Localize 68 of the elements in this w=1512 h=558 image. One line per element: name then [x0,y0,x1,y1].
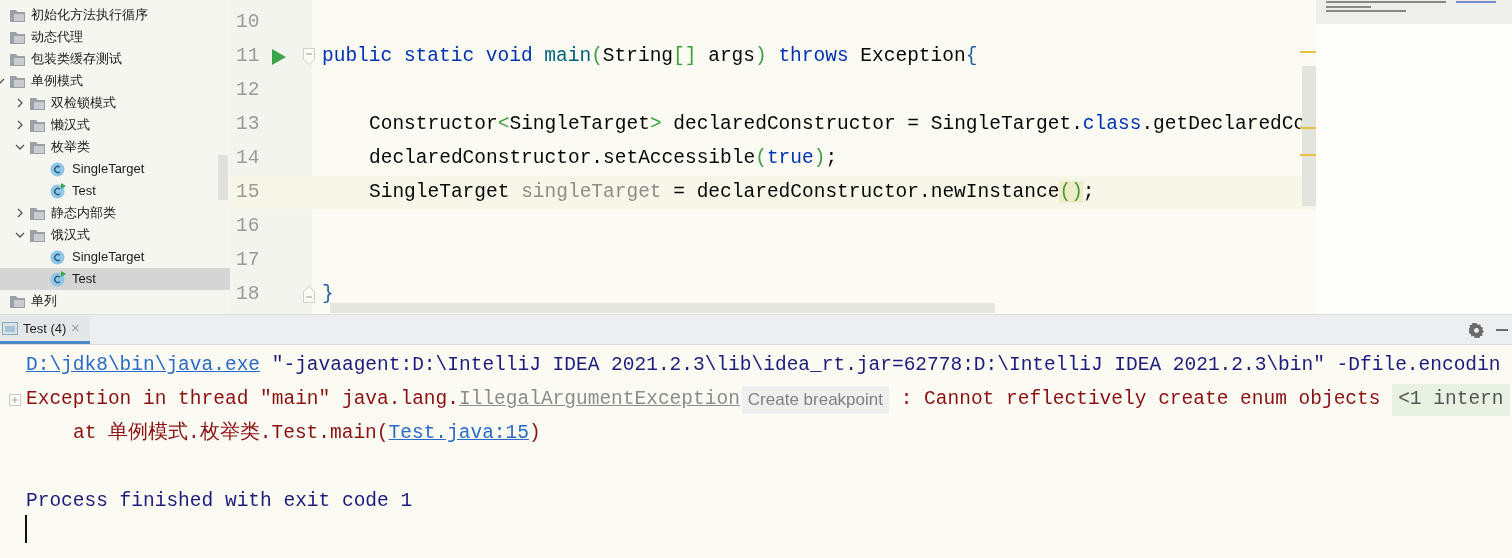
fold-end-icon[interactable] [303,286,315,303]
runnable-class-icon [50,183,66,199]
folder-icon [10,52,25,66]
folder-icon [10,8,25,22]
file-link[interactable]: D:\jdk8\bin\java.exe [26,351,261,381]
line-number: 13 [236,112,260,138]
tree-item[interactable]: 枚举类 [0,136,230,158]
class-icon [50,161,66,177]
folder-icon [30,118,45,132]
chevron-down-icon[interactable] [15,142,25,152]
file-link[interactable]: Test.java:15 [388,419,529,449]
code-line: Constructor<SingleTarget> declaredConstructor = SingleTarget.class.getDeclaredCo [369,112,1306,138]
console-line: at 单例模式.枚举类.Test.main(Test.java:15) [73,419,541,449]
tree-item[interactable]: 包装类缓存测试 [0,48,230,70]
runnable-class-icon [50,271,66,287]
code-line: public static void main(String[] args) throws Exception{ [322,44,978,70]
tree-item[interactable]: Test [0,180,230,202]
vertical-scrollbar[interactable] [1302,66,1316,206]
tree-item[interactable]: 饿汉式 [0,224,230,246]
warning-marker [1300,51,1316,53]
settings-icon[interactable] [1469,322,1484,338]
console-line: Exception in thread "main" java.lang.IllegalArgumentException Create breakpoint : Cannot reflectively create enum objects <1 intern [26,384,1510,416]
line-number: 17 [236,248,260,274]
code-line: SingleTarget singleTarget = declaredConstructor.newInstance(); [369,180,1095,206]
folder-icon [30,228,45,242]
line-number: 11 [236,44,260,70]
chevron-right-icon[interactable] [15,120,25,130]
tree-item[interactable]: 静态内部类 [0,202,230,224]
line-number: 16 [236,214,260,240]
text-cursor [25,515,27,543]
tree-item[interactable]: Test [0,268,230,290]
folder-icon [30,206,45,220]
tree-item[interactable]: 单列 [0,290,230,312]
tree-item[interactable]: 动态代理 [0,26,230,48]
folder-icon [10,30,25,44]
tree-item[interactable]: 懒汉式 [0,114,230,136]
code-line: } [322,282,334,308]
folder-icon [30,140,45,154]
line-number: 12 [236,78,260,104]
warning-marker [1300,154,1316,156]
line-number: 14 [236,146,260,172]
run-icon[interactable] [272,49,286,65]
horizontal-scrollbar[interactable] [330,303,995,313]
chevron-down-icon[interactable] [15,230,25,240]
folder-icon [10,294,25,308]
line-number: 15 [236,180,260,206]
folder-icon [30,96,45,110]
line-number: 18 [236,282,260,308]
tree-item[interactable]: 双检锁模式 [0,92,230,114]
tree-item[interactable]: 初始化方法执行循序 [0,4,230,26]
run-tab[interactable]: Test (4) × [0,316,90,344]
chevron-right-icon[interactable] [15,98,25,108]
expand-icon[interactable] [9,394,21,406]
line-number: 10 [236,10,260,36]
fold-icon[interactable] [303,48,315,65]
tree-item[interactable]: SingleTarget [0,246,230,268]
tree-item[interactable]: 单例模式 [0,70,230,92]
tree-item[interactable]: SingleTarget [0,158,230,180]
folded-frames-badge[interactable]: <1 intern [1392,384,1510,416]
chevron-right-icon[interactable] [15,208,25,218]
code-line: declaredConstructor.setAccessible(true); [369,146,838,172]
console-line: Process finished with exit code 1 [26,489,413,515]
warning-marker [1300,127,1316,129]
console-icon [2,322,18,335]
breakpoint-hint[interactable]: Create breakpoint [741,386,889,414]
class-icon [50,249,66,265]
folder-icon [10,74,25,88]
console-line: D:\jdk8\bin\java.exe "-javaagent:D:\IntelliJ IDEA 2021.2.3\lib\idea_rt.jar=62778:D:\IntelliJ IDEA 2021.2.3\bin" -Dfile.encodin [26,351,1501,381]
